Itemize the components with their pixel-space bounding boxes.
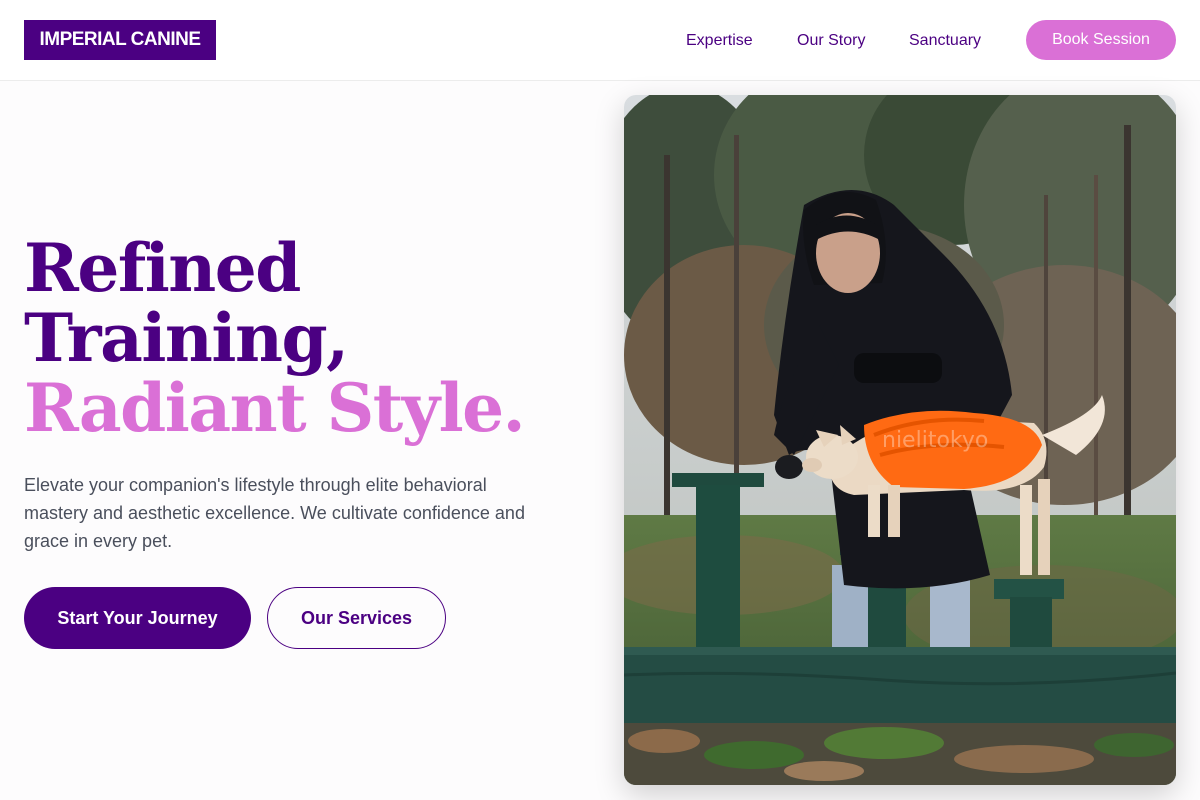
photo-watermark: nielitokyo [882,428,988,453]
nav-link-our-story[interactable]: Our Story [797,30,865,52]
hero-description: Elevate your companion's lifestyle throu… [24,475,525,551]
hero-photo: nielitokyo [624,95,1176,785]
hero-title: Refined Training, Radiant Style. [24,233,584,443]
site-logo[interactable]: IMPERIAL CANINE [24,20,216,60]
nav-link-expertise[interactable]: Expertise [686,30,753,52]
start-journey-button[interactable]: Start Your Journey [24,587,251,649]
site-header: IMPERIAL CANINE Expertise Our Story Sanc… [0,0,1200,81]
hero-title-line-1: Refined [24,229,301,307]
hero-title-line-3: Radiant Style. [24,369,526,447]
book-session-button[interactable]: Book Session [1026,20,1176,60]
hero-title-line-2: Training, [24,299,349,377]
our-services-button[interactable]: Our Services [267,587,446,649]
nav-link-sanctuary[interactable]: Sanctuary [909,30,981,52]
